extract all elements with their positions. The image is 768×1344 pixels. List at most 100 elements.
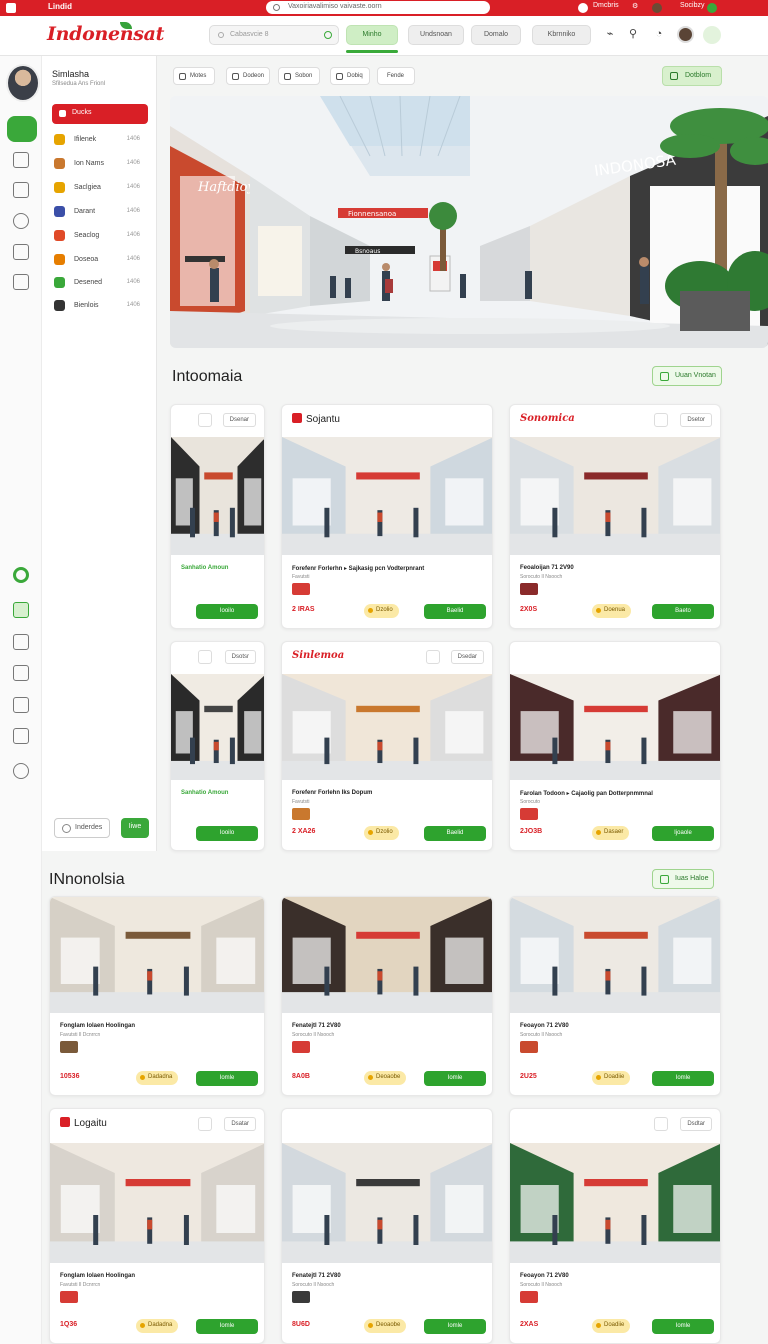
rail-settings-icon[interactable]	[13, 763, 29, 779]
card-buy-button[interactable]: Baelid	[424, 826, 486, 841]
bookmark-icon[interactable]	[426, 650, 440, 664]
card-buy-button[interactable]: Iomle	[196, 1319, 258, 1334]
sidebar-item[interactable]: Darant 1406	[54, 206, 148, 220]
card-buy-button[interactable]: Iooilo	[196, 826, 258, 841]
card-buy-button[interactable]: Ijoaole	[652, 826, 714, 841]
card-buy-button[interactable]: Baeto	[652, 604, 714, 619]
toolbar-button-1[interactable]: Motes	[173, 67, 215, 85]
profile-avatar[interactable]	[6, 64, 40, 102]
nav-tab-3[interactable]: Domalo	[471, 25, 521, 45]
user-avatar-small[interactable]	[652, 3, 662, 13]
card-image[interactable]	[282, 897, 492, 1013]
rail-folder-icon[interactable]	[13, 665, 29, 681]
rail-target-icon[interactable]	[13, 213, 29, 229]
sidebar-item[interactable]: Doseoa 1406	[54, 254, 148, 268]
card-title[interactable]: Fenatejtl 71 2V80	[292, 1273, 341, 1279]
card-title[interactable]: Feoayon 71 2V80	[520, 1273, 569, 1279]
settings-toggle-icon[interactable]	[703, 26, 721, 44]
brand-logo[interactable]: Indonensat	[47, 23, 164, 45]
search-input[interactable]: Cabasvcie 8	[209, 25, 339, 45]
bookmark-icon[interactable]	[198, 1117, 212, 1131]
card-title[interactable]: Feoayon 71 2V80	[520, 1023, 569, 1029]
card-image[interactable]	[510, 1143, 720, 1263]
product-card[interactable]: Feoayon 71 2V80 Sorocuto Il Nsooch 2U25 Doa…	[509, 896, 721, 1096]
card-detail-button[interactable]: Dsotsr	[224, 650, 256, 664]
product-card[interactable]: Fenatejtl 71 2V80 Sorocuto Il Nsooch 8U6D D…	[281, 1108, 493, 1344]
card-image[interactable]	[171, 674, 264, 780]
product-card[interactable]: Dsotsr Sanhatio Amoun Iooilo	[170, 641, 265, 851]
record-icon[interactable]	[578, 3, 588, 13]
card-image[interactable]	[510, 674, 720, 780]
product-card[interactable]: Dsenar Sanhatio Amoun Iooilo	[170, 404, 265, 629]
card-detail-button[interactable]: Dsenar	[222, 413, 256, 427]
nav-tab-4[interactable]: Kbrnniko	[532, 25, 591, 45]
rail-shop-icon[interactable]	[7, 116, 37, 142]
bookmark-icon[interactable]	[198, 650, 212, 664]
user-icon[interactable]: ⚲	[626, 27, 640, 41]
card-image[interactable]	[282, 437, 492, 555]
toolbar-button-3[interactable]: Sobon	[278, 67, 320, 85]
card-detail-button[interactable]: Dsedar	[450, 650, 484, 664]
card-detail-button[interactable]: Dsatar	[224, 1117, 256, 1131]
rail-chat-icon[interactable]	[13, 728, 29, 744]
card-title[interactable]: Sanhatio Amoun	[181, 790, 228, 796]
card-title[interactable]: Fonglam Iolaen Hoolingan	[60, 1023, 135, 1029]
product-card[interactable]: Dsdtar Feoayon 71 2V80 Sorocuto Il Nsooch 2…	[509, 1108, 721, 1344]
share-icon[interactable]: ⌁	[603, 27, 617, 41]
rail-grid-icon[interactable]	[13, 152, 29, 168]
card-title[interactable]: Feoaloijan 71 2V90	[520, 565, 574, 571]
toolbar-button-2[interactable]: Dodeon	[226, 67, 270, 85]
card-title[interactable]: Fenatejtl 71 2V80	[292, 1023, 341, 1029]
avatar[interactable]	[677, 26, 694, 43]
sidebar-item[interactable]: Bienlois 1406	[54, 300, 148, 314]
rail-layout-icon[interactable]	[13, 602, 29, 618]
product-card[interactable]: Logaitu Dsatar Fonglam Iolaen Hoolingan Fav…	[49, 1108, 265, 1344]
card-image[interactable]	[510, 897, 720, 1013]
notification-icon[interactable]: ◔	[652, 27, 666, 41]
card-buy-button[interactable]: Iooilo	[196, 604, 258, 619]
card-buy-button[interactable]: Iomle	[652, 1319, 714, 1334]
card-detail-button[interactable]: Dsdtar	[680, 1117, 712, 1131]
toolbar-button-4[interactable]: Dobiq	[330, 67, 370, 85]
card-title[interactable]: Fonglam Iolaen Hoolingan	[60, 1273, 135, 1279]
nav-tab-home[interactable]: Minho	[346, 25, 398, 45]
card-image[interactable]	[510, 437, 720, 555]
bookmark-icon[interactable]	[654, 1117, 668, 1131]
product-card[interactable]: Farolan Todoon ▸ Cajaolig pan Dotterpnmm…	[509, 641, 721, 851]
product-card[interactable]: Fenatejtl 71 2V80 Sorocuto Il Nsooch 8A0B D…	[281, 896, 493, 1096]
card-image[interactable]	[50, 897, 264, 1013]
card-title[interactable]: Farolan Todoon ▸ Cajaolig pan Dotterpnmm…	[520, 790, 653, 797]
rail-photo-icon[interactable]	[13, 634, 29, 650]
sidebar-item[interactable]: Desened 1406	[54, 277, 148, 291]
sidebar-item[interactable]: Ion Nams 1406	[54, 158, 148, 172]
card-image[interactable]	[171, 437, 264, 555]
address-bar[interactable]: Vaxoiriavalimiso vaivaste.oorn	[266, 1, 490, 14]
card-detail-button[interactable]: Dsetor	[680, 413, 712, 427]
nav-tab-2[interactable]: Undsnoan	[408, 25, 464, 45]
card-buy-button[interactable]: Baelid	[424, 604, 486, 619]
sidebar-item[interactable]: Seaclog 1406	[54, 230, 148, 244]
toolbar-button-5[interactable]: Fende	[377, 67, 415, 85]
card-image[interactable]	[50, 1143, 264, 1263]
card-buy-button[interactable]: Iomle	[424, 1319, 486, 1334]
sidebar-item[interactable]: Saclgiea 1406	[54, 182, 148, 196]
bookmark-icon[interactable]	[198, 413, 212, 427]
card-buy-button[interactable]: Iomle	[652, 1071, 714, 1086]
rail-store-icon[interactable]	[13, 274, 29, 290]
card-image[interactable]	[282, 674, 492, 780]
product-card[interactable]: Sojantu Forefenr Forlerhn ▸ Sajkasig pcn …	[281, 404, 493, 629]
sidebar-footer-button[interactable]: Inderdes	[54, 818, 110, 838]
new-button[interactable]: Dotblom	[662, 66, 722, 86]
product-card[interactable]: Sinlemoa Dsedar Forefenr Forlehn Iks Dopum…	[281, 641, 493, 851]
card-buy-button[interactable]: Iomle	[196, 1071, 258, 1086]
rail-status-icon[interactable]	[13, 567, 29, 583]
card-image[interactable]	[282, 1143, 492, 1263]
status-icon[interactable]	[707, 3, 717, 13]
card-buy-button[interactable]: Iomle	[424, 1071, 486, 1086]
product-card[interactable]: Fonglam Iolaen Hoolingan Favutsti Il Dcnr…	[49, 896, 265, 1096]
hero-mall-image[interactable]: Haftdioy INDONOSA Fionnensanoa Bsnoaus	[170, 96, 768, 348]
card-title[interactable]: Forefenr Forlehn Iks Dopum	[292, 790, 372, 796]
rail-people-icon[interactable]	[13, 244, 29, 260]
bookmark-icon[interactable]	[654, 413, 668, 427]
rail-book-icon[interactable]	[13, 697, 29, 713]
